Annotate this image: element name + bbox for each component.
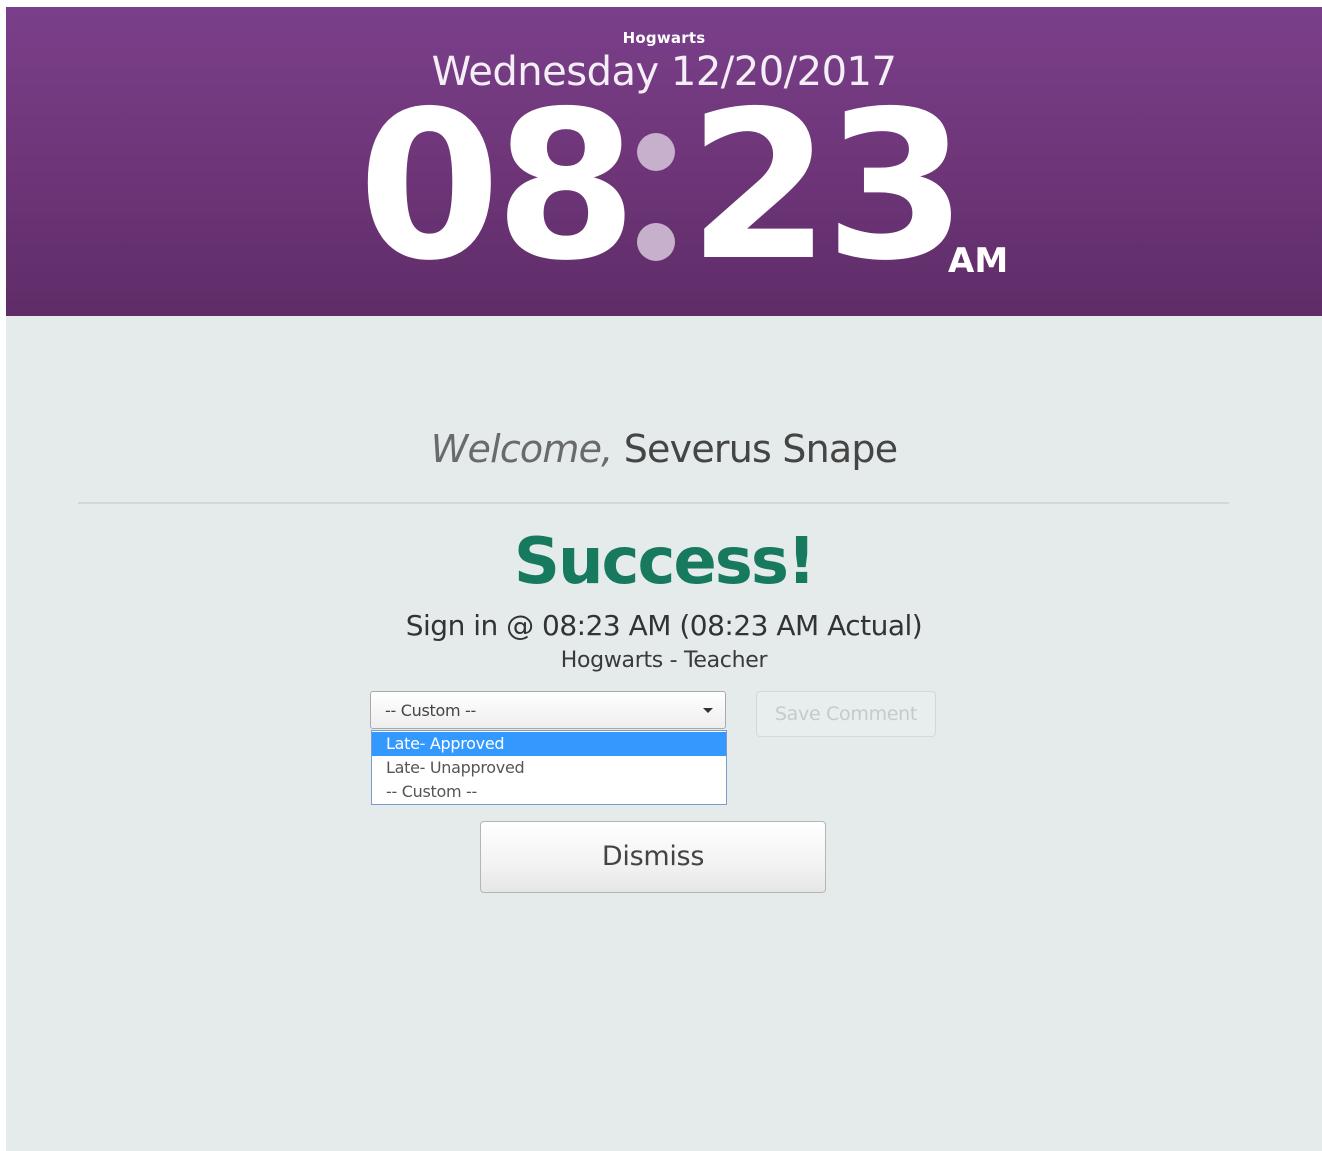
- welcome-label: Welcome,: [430, 427, 614, 471]
- clock-minutes: 23: [688, 68, 967, 306]
- option-late-unapproved[interactable]: Late- Unapproved: [372, 756, 726, 780]
- organization-name: Hogwarts: [622, 29, 706, 47]
- success-title: Success!: [513, 525, 816, 599]
- clock-header: Hogwarts Wednesday 12/20/2017 08 23 AM: [6, 7, 1322, 316]
- time-clock-app: Hogwarts Wednesday 12/20/2017 08 23 AM W…: [6, 7, 1322, 1151]
- comment-dropdown-list: Late- Approved Late- Unapproved -- Custo…: [371, 730, 727, 805]
- welcome-message: Welcome, Severus Snape: [6, 427, 1322, 471]
- clock-colon-top-dot: [637, 133, 675, 171]
- save-comment-button[interactable]: Save Comment: [756, 691, 936, 737]
- sign-in-time: Sign in @ 08:23 AM (08:23 AM Actual): [405, 609, 923, 642]
- digital-clock: 08 23 AM: [358, 68, 1058, 306]
- comment-select[interactable]: -- Custom --: [370, 691, 726, 729]
- caret-down-icon: [703, 708, 713, 713]
- option-late-approved[interactable]: Late- Approved: [372, 732, 726, 756]
- comment-select-value: -- Custom --: [385, 701, 476, 720]
- clock-ampm: AM: [948, 241, 1009, 281]
- option-custom[interactable]: -- Custom --: [372, 780, 726, 804]
- clock-hours: 08: [358, 68, 637, 306]
- clock-colon-bottom-dot: [637, 223, 675, 261]
- dismiss-button[interactable]: Dismiss: [480, 821, 826, 893]
- section-divider: [78, 502, 1229, 504]
- location-role: Hogwarts - Teacher: [560, 648, 768, 673]
- user-name: Severus Snape: [623, 427, 898, 471]
